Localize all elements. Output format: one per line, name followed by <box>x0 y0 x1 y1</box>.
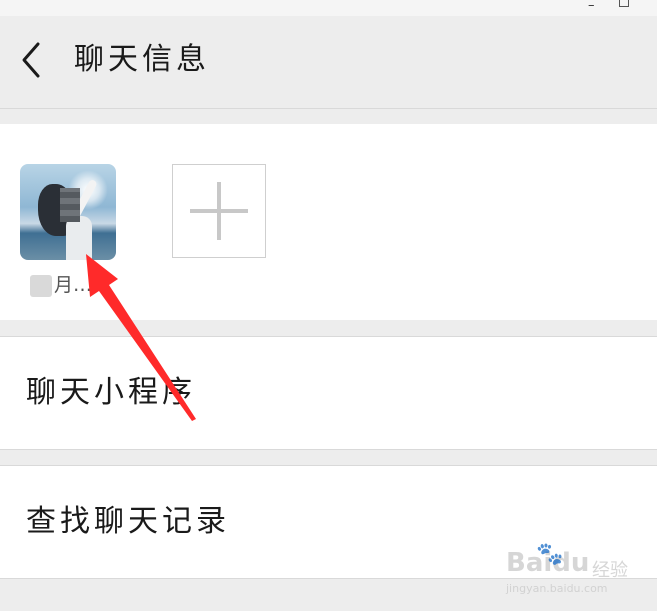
watermark: Baidu 🐾 经验 jingyan.baidu.com <box>506 540 646 604</box>
add-member-button[interactable] <box>172 164 266 258</box>
member-name-text: 月… <box>54 274 93 296</box>
member-item[interactable]: 月… <box>20 164 116 297</box>
name-mosaic <box>30 274 52 297</box>
mini-programs-label: 聊天小程序 <box>26 375 196 410</box>
member-name: 月… <box>30 270 116 297</box>
plus-icon <box>190 182 248 240</box>
page-title: 聊天信息 <box>74 42 210 77</box>
watermark-brand-cn: 经验 <box>592 560 628 581</box>
paw-icon: 🐾 <box>536 542 564 567</box>
chevron-left-icon <box>22 42 40 78</box>
window-titlebar: – <box>0 0 657 16</box>
minimize-button[interactable]: – <box>588 0 595 13</box>
avatar-mosaic <box>60 188 80 222</box>
member-grid: 月… <box>0 124 657 320</box>
maximize-button[interactable] <box>619 0 629 7</box>
avatar-body <box>66 216 92 260</box>
search-history-label: 查找聊天记录 <box>26 504 230 539</box>
mini-programs-row[interactable]: 聊天小程序 <box>0 336 657 450</box>
app-header: 聊天信息 <box>0 16 657 109</box>
back-button[interactable] <box>14 40 50 80</box>
watermark-url: jingyan.baidu.com <box>506 582 608 595</box>
avatar[interactable] <box>20 164 116 260</box>
